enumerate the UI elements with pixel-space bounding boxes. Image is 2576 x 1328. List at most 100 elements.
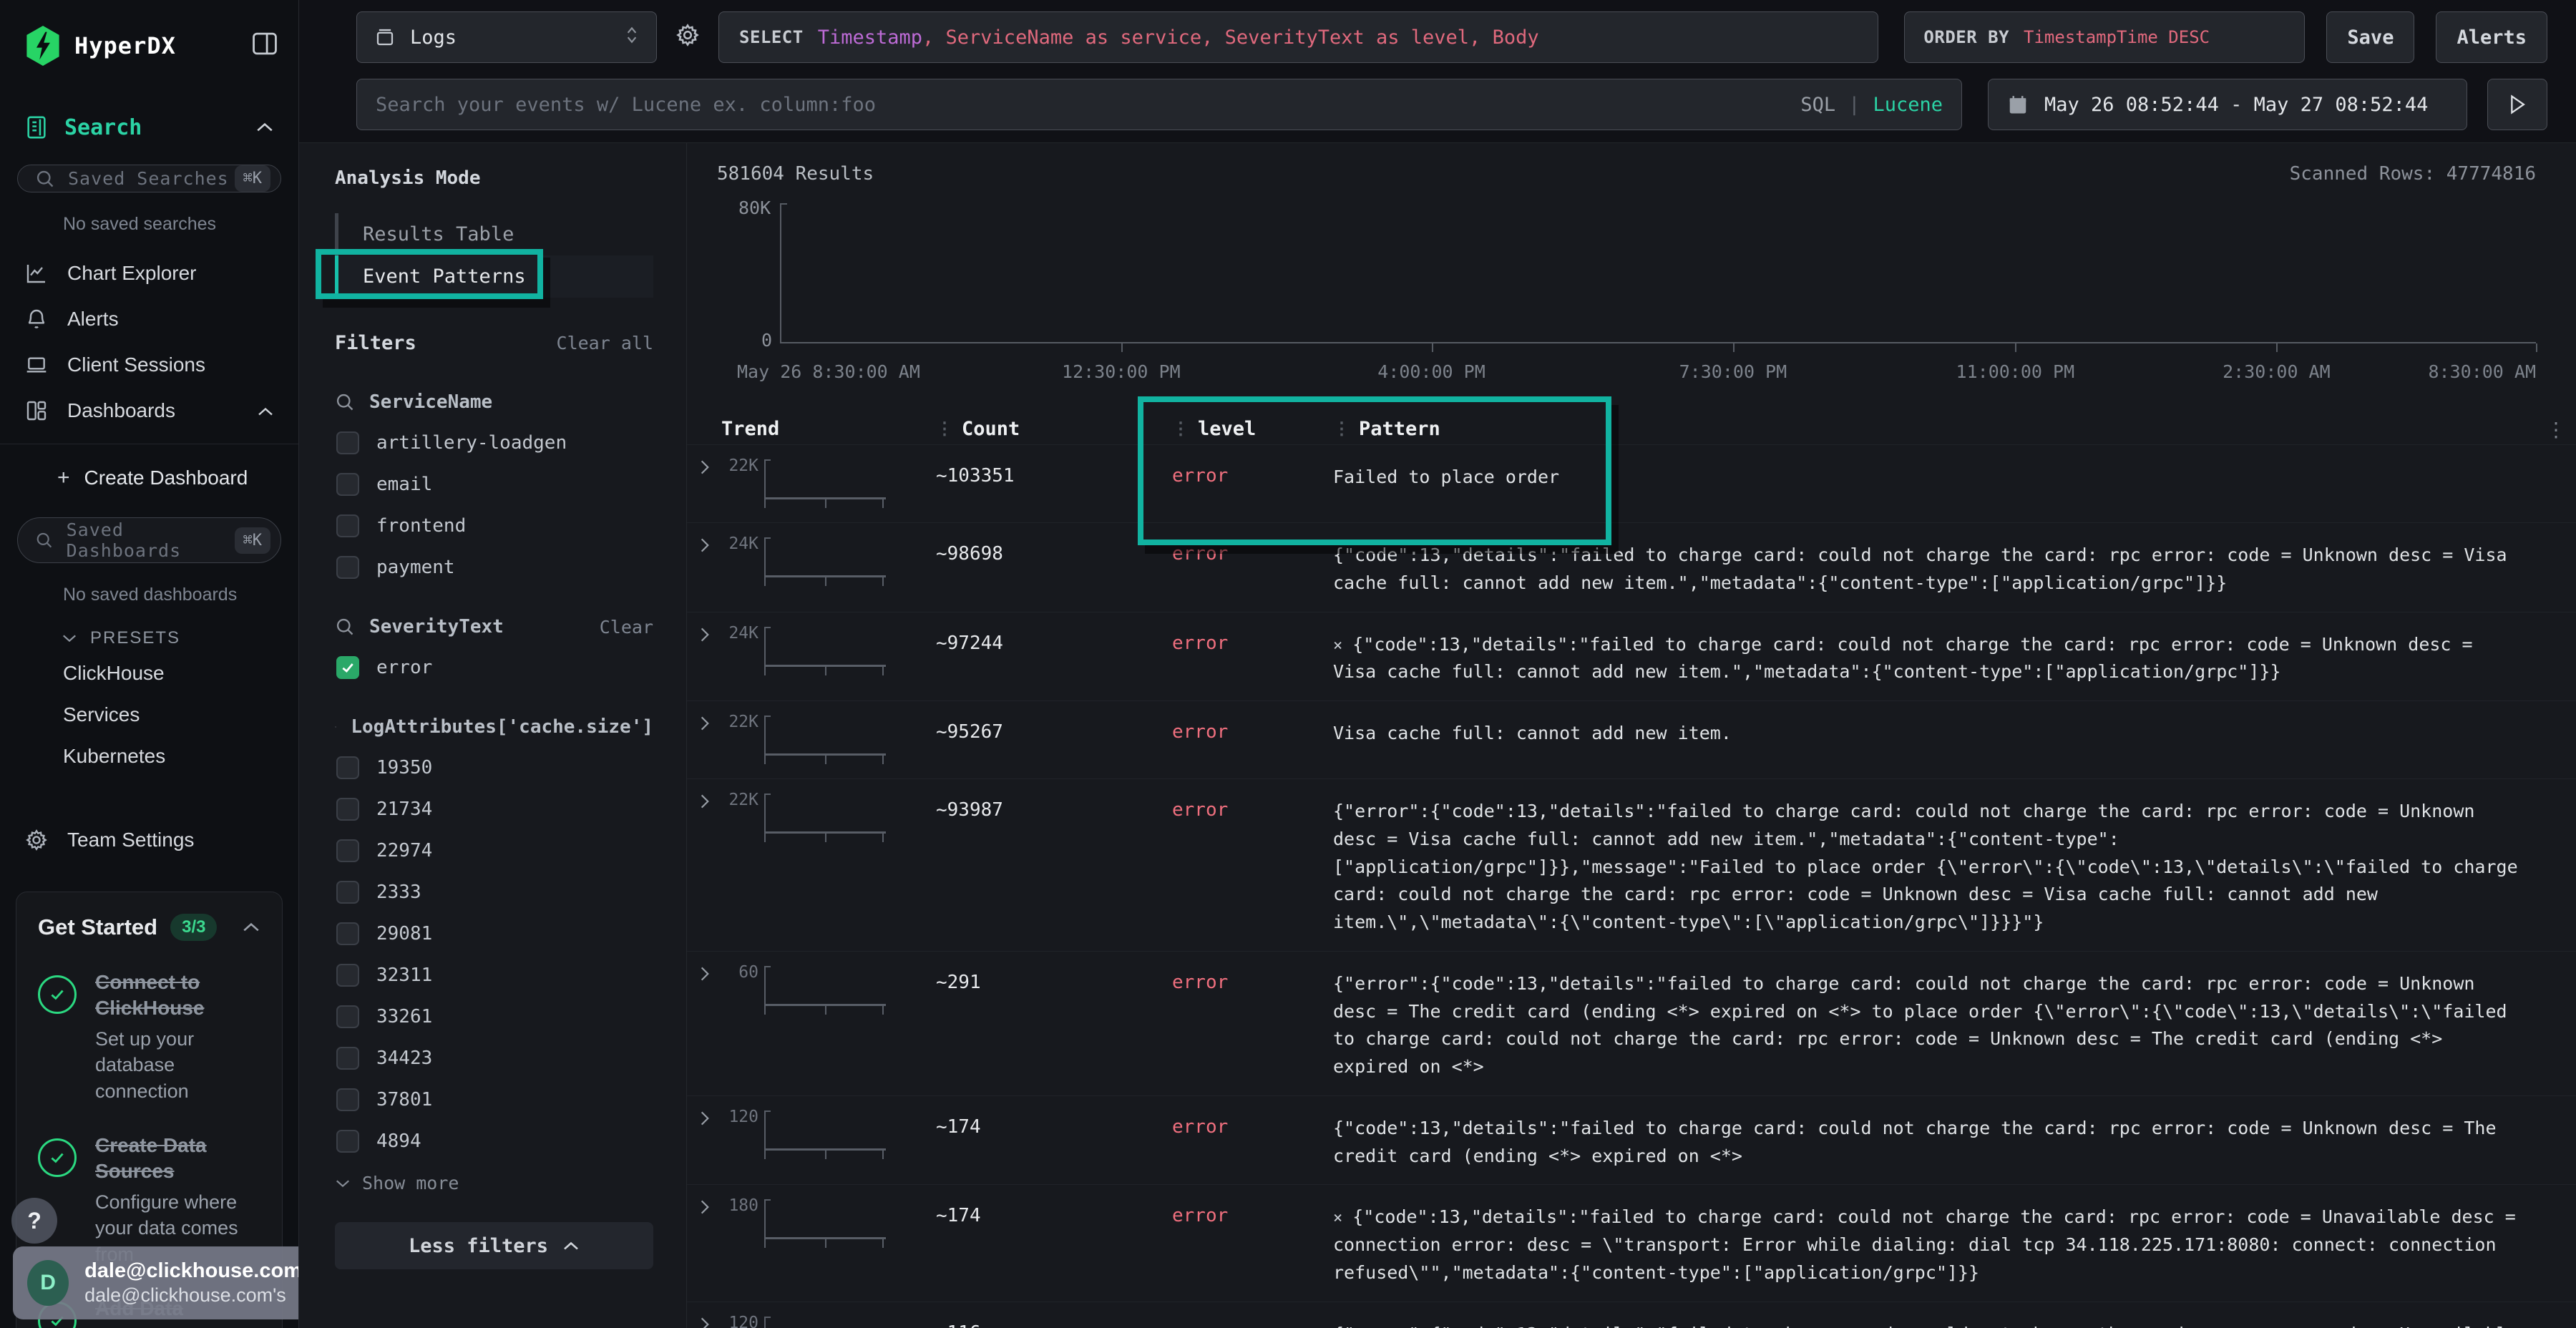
drag-handle-icon[interactable]: ⋮	[1333, 422, 1349, 436]
checkbox[interactable]	[336, 839, 359, 862]
no-saved-dashboards-label: No saved dashboards	[0, 563, 298, 610]
select-clause-input[interactable]: SELECT Timestamp, ServiceName as service…	[718, 11, 1878, 63]
date-range-button[interactable]: May 26 08:52:44 - May 27 08:52:44	[1988, 79, 2467, 130]
checkbox[interactable]	[336, 881, 359, 904]
sidebar-item-chart-explorer[interactable]: Chart Explorer	[0, 250, 298, 296]
expand-chevron-icon[interactable]	[687, 455, 721, 481]
pattern-row[interactable]: 120 ~174 error {"code":13,"details":"fai…	[687, 1095, 2576, 1185]
pattern-row[interactable]: 22K ~93987 error {"error":{"code":13,"de…	[687, 778, 2576, 951]
filter-option[interactable]: 32311	[335, 964, 653, 987]
sidebar-item-alerts[interactable]: Alerts	[0, 296, 298, 342]
filter-option[interactable]: 34423	[335, 1047, 653, 1070]
checkbox[interactable]	[336, 1130, 359, 1153]
chevron-up-icon[interactable]	[257, 399, 274, 422]
pattern-row[interactable]: 120 ~116 error {"error":{"code":13,"deta…	[687, 1302, 2576, 1328]
lang-sql-toggle[interactable]: SQL	[1800, 94, 1835, 116]
sidebar-item-client-sessions[interactable]: Client Sessions	[0, 342, 298, 388]
checkbox[interactable]	[336, 922, 359, 945]
col-trend[interactable]: Trend	[721, 418, 936, 440]
checkbox[interactable]	[336, 1005, 359, 1028]
count-cell: ~95267	[936, 711, 1172, 743]
less-filters-button[interactable]: Less filters	[335, 1222, 653, 1269]
help-button[interactable]: ?	[11, 1198, 57, 1244]
filter-option[interactable]: 4894	[335, 1130, 653, 1153]
checkbox[interactable]	[336, 514, 359, 537]
clear-filter-link[interactable]: Clear	[600, 617, 653, 638]
orderby-input[interactable]: ORDER BY TimestampTime DESC	[1904, 11, 2305, 63]
checkbox[interactable]	[336, 1088, 359, 1111]
filter-option[interactable]: 2333	[335, 881, 653, 904]
save-button[interactable]: Save	[2326, 11, 2414, 63]
checkbox[interactable]	[336, 798, 359, 821]
expand-chevron-icon[interactable]	[687, 533, 721, 559]
col-count[interactable]: ⋮Count	[936, 418, 1172, 440]
checkbox[interactable]	[336, 556, 359, 579]
filter-option[interactable]: 37801	[335, 1088, 653, 1111]
lang-lucene-toggle[interactable]: Lucene	[1873, 94, 1943, 116]
sidebar-item-search[interactable]: Search	[0, 73, 298, 146]
get-started-item[interactable]: Connect to ClickHouse Set up your databa…	[38, 970, 260, 1104]
pattern-row[interactable]: 180 ~174 error ×{"code":13,"details":"fa…	[687, 1184, 2576, 1301]
filter-option[interactable]: artillery-loadgen	[335, 431, 653, 454]
checkbox[interactable]	[336, 431, 359, 454]
preset-kubernetes[interactable]: Kubernetes	[0, 736, 298, 777]
pattern-row[interactable]: 24K ~98698 error {"code":13,"details":"f…	[687, 522, 2576, 612]
filter-option[interactable]: payment	[335, 556, 653, 579]
expand-chevron-icon[interactable]	[687, 1312, 721, 1328]
checkbox[interactable]	[336, 473, 359, 496]
checkbox[interactable]	[336, 756, 359, 779]
sidebar-collapse-icon[interactable]	[251, 31, 278, 60]
filter-option[interactable]: email	[335, 473, 653, 496]
source-select[interactable]: Logs	[356, 11, 657, 63]
preset-clickhouse[interactable]: ClickHouse	[0, 653, 298, 694]
mode-results-table[interactable]: Results Table	[335, 213, 653, 255]
saved-searches-input[interactable]: Saved Searches ⌘K	[17, 165, 281, 192]
trend-sparkline: 24K	[721, 622, 936, 680]
chevron-up-icon[interactable]	[242, 917, 260, 937]
expand-chevron-icon[interactable]	[687, 789, 721, 815]
pattern-row[interactable]: 24K ~97244 error ×{"code":13,"details":"…	[687, 612, 2576, 701]
expand-chevron-icon[interactable]	[687, 1106, 721, 1132]
mode-event-patterns[interactable]: Event Patterns	[335, 255, 653, 298]
sidebar-item-dashboards[interactable]: Dashboards	[0, 388, 298, 434]
col-pattern[interactable]: ⋮Pattern	[1333, 418, 2540, 440]
sidebar-item-team-settings[interactable]: Team Settings	[0, 817, 298, 863]
expand-chevron-icon[interactable]	[687, 622, 721, 648]
expand-chevron-icon[interactable]	[687, 1195, 721, 1221]
clear-all-link[interactable]: Clear all	[557, 333, 653, 353]
search-section-icon	[24, 114, 49, 140]
filter-option[interactable]: error	[335, 656, 653, 679]
pattern-row[interactable]: 22K ~95267 error Visa cache full: cannot…	[687, 700, 2576, 778]
pattern-row[interactable]: 22K ~103351 error Failed to place order	[687, 444, 2576, 522]
drag-handle-icon[interactable]: ⋮	[936, 422, 952, 436]
pattern-row[interactable]: 60 ~291 error {"error":{"code":13,"detai…	[687, 951, 2576, 1095]
checkbox[interactable]	[336, 964, 359, 987]
presets-toggle[interactable]: PRESETS	[0, 610, 298, 653]
user-menu[interactable]: D dale@clickhouse.com dale@clickhouse.co…	[13, 1246, 299, 1319]
checkbox-checked[interactable]	[336, 656, 359, 679]
expand-chevron-icon[interactable]	[687, 711, 721, 737]
saved-dashboards-input[interactable]: Saved Dashboards ⌘K	[17, 517, 281, 563]
y-axis-zero-label: 0	[761, 330, 772, 351]
create-dashboard-button[interactable]: + Create Dashboard	[0, 457, 298, 499]
get-started-header[interactable]: Get Started 3/3	[38, 914, 260, 941]
show-more-link[interactable]: Show more	[335, 1173, 653, 1193]
expand-chevron-icon[interactable]	[687, 962, 721, 987]
search-input[interactable]: Search your events w/ Lucene ex. column:…	[356, 79, 1962, 130]
source-settings-gear-icon[interactable]	[675, 23, 700, 52]
alerts-button[interactable]: Alerts	[2436, 11, 2547, 63]
live-tail-button[interactable]	[2487, 79, 2547, 130]
filter-option[interactable]: 21734	[335, 798, 653, 821]
filter-option[interactable]: 33261	[335, 1005, 653, 1028]
checkbox[interactable]	[336, 1047, 359, 1070]
filter-option[interactable]: 19350	[335, 756, 653, 779]
preset-services[interactable]: Services	[0, 694, 298, 736]
filter-option[interactable]: frontend	[335, 514, 653, 537]
results-histogram[interactable]: 80K 0 May 26 8:30:00 AM12:30:00 PM4:00:0…	[783, 203, 2536, 384]
col-level[interactable]: ⋮level	[1172, 418, 1333, 440]
chevron-up-icon[interactable]	[255, 117, 274, 137]
drag-handle-icon[interactable]: ⋮	[1172, 422, 1188, 436]
filter-option[interactable]: 22974	[335, 839, 653, 862]
filter-option[interactable]: 29081	[335, 922, 653, 945]
table-menu-icon[interactable]: ⋮	[2546, 418, 2576, 441]
